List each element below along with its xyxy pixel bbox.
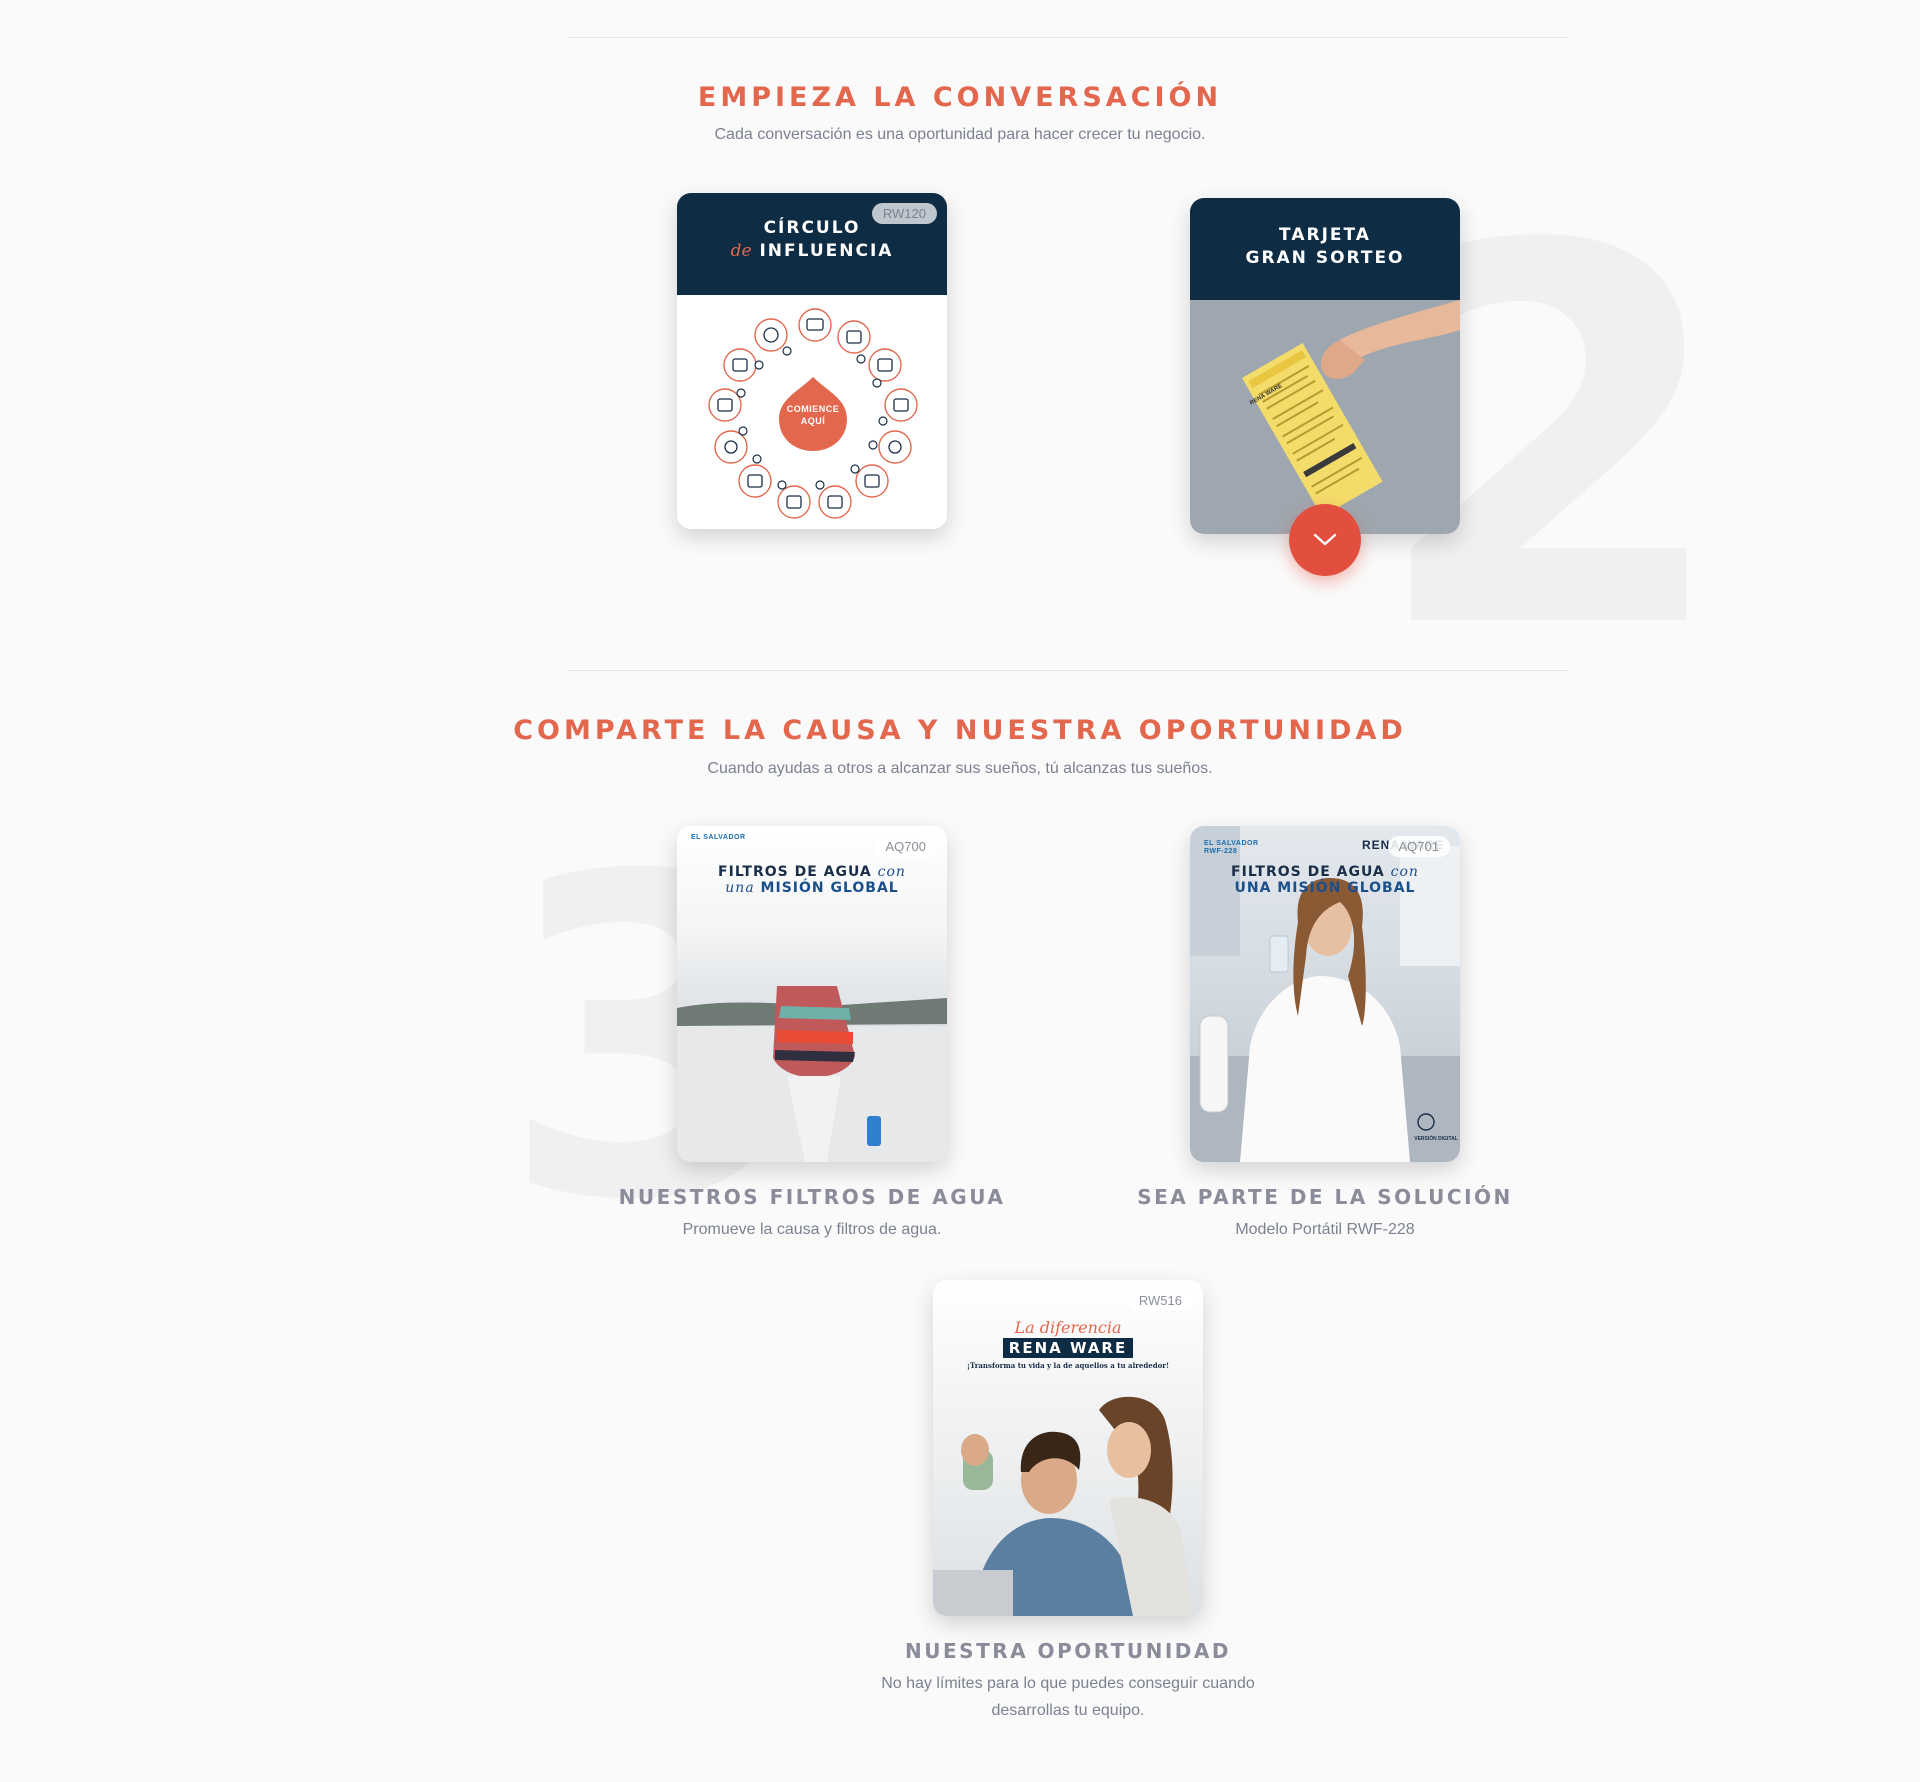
divider-top	[568, 37, 1567, 38]
page: EMPIEZA LA CONVERSACIÓN Cada conversació…	[0, 0, 1920, 1782]
card-sea-parte-solucion[interactable]: AQ701 EL SALVADOR RWF-228 RENA WARE FILT…	[1190, 826, 1460, 1162]
heading-italic-1: con	[1390, 864, 1419, 880]
heading-text-b: UNA MISIÓN GLOBAL	[1234, 880, 1416, 896]
connector-dot	[754, 360, 764, 370]
connector-dot	[856, 354, 866, 364]
header-line-1: TARJETA	[1279, 225, 1371, 245]
node-circle	[884, 388, 918, 422]
node-circle	[714, 430, 748, 464]
card-desc-line-2: desarrollas tu equipo.	[991, 1702, 1145, 1719]
woman-lake-graphic	[677, 986, 947, 1162]
node-circle	[798, 308, 832, 342]
card-desc-solucion: Modelo Portátil RWF-228	[1235, 1221, 1415, 1238]
heading-text-a: FILTROS DE AGUA	[1231, 864, 1385, 880]
connector-dot	[872, 378, 882, 388]
heading-line-1: FILTROS DE AGUA con	[677, 864, 947, 880]
center-label: COMIENCE AQUÍ	[777, 403, 849, 427]
hand-with-ticket-graphic	[1242, 300, 1460, 517]
model-tag: RWF-228	[1204, 848, 1238, 855]
raffle-photo: RENA WARE	[1190, 300, 1460, 534]
raised-fist	[961, 1434, 989, 1466]
connector-dot	[815, 480, 825, 490]
node-circle	[818, 485, 852, 519]
poncho-stripe	[779, 1006, 851, 1020]
node-circle	[738, 464, 772, 498]
node-circle	[754, 318, 788, 352]
card-desc-line-1: No hay límites para lo que puedes conseg…	[881, 1675, 1255, 1692]
divider-middle	[568, 670, 1567, 671]
ticket-shape	[1242, 343, 1383, 517]
card-heading: La diferencia RENA WARE ¡Transforma tu v…	[933, 1318, 1203, 1370]
node-circle	[777, 485, 811, 519]
heading-line-1: FILTROS DE AGUA con	[1190, 864, 1460, 880]
section-title-comparte: COMPARTE LA CAUSA Y NUESTRA OPORTUNIDAD	[513, 715, 1407, 746]
product-code-badge: AQ700	[874, 836, 937, 857]
heading-tagline: ¡Transforma tu vida y la de aquellos a t…	[966, 1361, 1170, 1370]
heading-italic-2: una	[725, 880, 755, 896]
scroll-down-button[interactable]	[1289, 504, 1361, 576]
card-circulo-influencia[interactable]: RW120 CÍRCULO de INFLUENCIA COMIENCE AQU…	[677, 193, 947, 529]
heading-italic: La diferencia	[1014, 1318, 1122, 1337]
card-desc-filtros: Promueve la causa y filtros de agua.	[682, 1221, 942, 1238]
node-circle	[837, 320, 871, 354]
water-bottle	[867, 1116, 881, 1146]
section-subtitle-comparte: Cuando ayudas a otros a alcanzar sus sue…	[707, 760, 1213, 777]
country-tag-group: EL SALVADOR RWF-228	[1204, 840, 1259, 856]
card-label-filtros: NUESTROS FILTROS DE AGUA	[618, 1185, 1006, 1209]
product-code-badge: RW516	[1127, 1290, 1193, 1311]
heading-text-b: MISIÓN GLOBAL	[760, 880, 899, 896]
section-title-empieza: EMPIEZA LA CONVERSACIÓN	[697, 82, 1223, 113]
connector-dot	[850, 464, 860, 474]
connector-dot	[782, 346, 792, 356]
header-accent-word: de	[730, 241, 752, 261]
woman-face-shape	[1107, 1422, 1151, 1478]
connector-dot	[738, 426, 748, 436]
product-code-badge: AQ701	[1387, 836, 1450, 857]
card-header: TARJETA GRAN SORTEO	[1190, 198, 1460, 300]
couple-celebrating-graphic	[933, 1396, 1193, 1616]
node-circle	[723, 348, 757, 382]
header-line-2-text: INFLUENCIA	[759, 241, 894, 261]
card-heading: FILTROS DE AGUA con una MISIÓN GLOBAL	[677, 864, 947, 896]
country-tag: EL SALVADOR	[691, 834, 746, 841]
filter-device	[1199, 1015, 1229, 1113]
product-code-badge: RW120	[871, 203, 937, 224]
connector-dot	[777, 480, 787, 490]
card-nuestra-oportunidad[interactable]: RW516 La diferencia RENA WARE ¡Transform…	[933, 1280, 1203, 1616]
glass-shape	[1269, 935, 1289, 973]
connector-dot	[752, 454, 762, 464]
chevron-down-icon	[1313, 533, 1337, 546]
header-line-2: GRAN SORTEO	[1245, 248, 1405, 268]
card-label-solucion: SEA PARTE DE LA SOLUCIÓN	[1137, 1185, 1513, 1209]
connector-dot	[868, 440, 878, 450]
influence-diagram: COMIENCE AQUÍ	[677, 295, 947, 529]
node-circle	[868, 348, 902, 382]
connector-dot	[736, 388, 746, 398]
header-line-2: de INFLUENCIA	[677, 240, 947, 263]
center-label-line-1: COMIENCE	[786, 404, 840, 414]
heading-line-2: una MISIÓN GLOBAL	[677, 880, 947, 896]
heading-brand: RENA WARE	[1002, 1338, 1134, 1358]
laptop-shape	[933, 1570, 1013, 1616]
card-desc-oportunidad: No hay límites para lo que puedes conseg…	[848, 1670, 1288, 1724]
card-tarjeta-gran-sorteo[interactable]: TARJETA GRAN SORTEO RENA WARE	[1190, 198, 1460, 534]
connector-dot	[878, 416, 888, 426]
center-label-line-2: AQUÍ	[800, 416, 826, 426]
card-nuestros-filtros[interactable]: AQ700 EL SALVADOR FILTROS DE AGUA con un…	[677, 826, 947, 1162]
card-label-oportunidad: NUESTRA OPORTUNIDAD	[905, 1639, 1231, 1663]
node-circle	[708, 388, 742, 422]
blouse-shape	[1240, 976, 1410, 1162]
poncho-stripe	[777, 1030, 853, 1044]
heading-italic-1: con	[877, 864, 906, 880]
node-circle	[855, 464, 889, 498]
card-heading: FILTROS DE AGUA con UNA MISIÓN GLOBAL	[1190, 864, 1460, 896]
heading-text-a: FILTROS DE AGUA	[718, 864, 872, 880]
country-tag: EL SALVADOR	[1204, 840, 1259, 847]
poncho-stripe	[775, 1050, 855, 1062]
digital-version-label: VERSIÓN DIGITAL	[1414, 1136, 1458, 1142]
node-circle	[878, 430, 912, 464]
